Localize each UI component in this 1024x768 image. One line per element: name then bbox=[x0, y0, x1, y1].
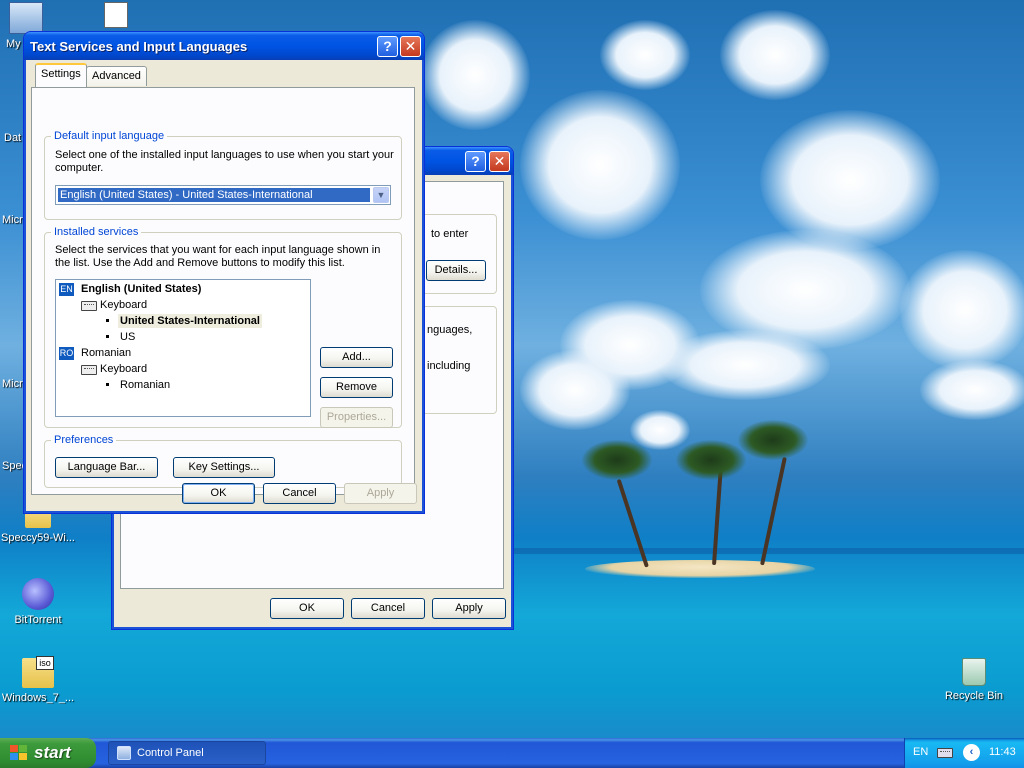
recycle-bin-icon bbox=[962, 658, 986, 686]
desktop-icon-bittorrent[interactable]: BitTorrent bbox=[0, 578, 76, 626]
dialog-body: Settings Advanced Default input language… bbox=[27, 60, 421, 510]
language-indicator[interactable]: EN bbox=[913, 746, 928, 758]
key-settings-button[interactable]: Key Settings... bbox=[173, 457, 275, 478]
tree-language-english[interactable]: English (United States) bbox=[81, 282, 201, 296]
help-button[interactable]: ? bbox=[465, 151, 486, 172]
desktop-icon-file[interactable] bbox=[78, 2, 154, 32]
default-language-group: Default input language Select one of the… bbox=[44, 130, 402, 220]
properties-button[interactable]: Properties... bbox=[320, 407, 393, 428]
start-label: start bbox=[34, 743, 71, 762]
chevron-down-icon[interactable]: ▼ bbox=[373, 187, 389, 203]
tree-item-us-international[interactable]: United States-International bbox=[118, 314, 262, 328]
taskbar-item-control-panel[interactable]: Control Panel bbox=[108, 741, 266, 765]
tree-category-keyboard[interactable]: Keyboard bbox=[100, 298, 147, 312]
language-tag-en: EN bbox=[59, 283, 74, 296]
control-panel-icon bbox=[117, 746, 131, 760]
back-window-text: to enter bbox=[431, 228, 469, 240]
system-tray: EN ‹ 11:43 bbox=[904, 738, 1024, 768]
close-button[interactable]: ✕ bbox=[489, 151, 510, 172]
remove-button[interactable]: Remove bbox=[320, 377, 393, 398]
installed-services-tree[interactable]: EN English (United States) Keyboard Unit… bbox=[55, 279, 311, 417]
ok-button[interactable]: OK bbox=[270, 598, 344, 619]
bullet-icon bbox=[106, 335, 109, 338]
tree-item-romanian[interactable]: Romanian bbox=[120, 378, 170, 392]
details-button[interactable]: Details... bbox=[426, 260, 486, 281]
installed-services-group: Installed services Select the services t… bbox=[44, 226, 402, 428]
desktop-icon-label: Recycle Bin bbox=[944, 690, 1004, 702]
back-window-text: including bbox=[427, 360, 471, 372]
settings-tab-panel: Default input language Select one of the… bbox=[31, 87, 415, 495]
tab-advanced[interactable]: Advanced bbox=[86, 66, 147, 86]
tree-category-keyboard[interactable]: Keyboard bbox=[100, 362, 147, 376]
windows-logo-icon bbox=[10, 745, 28, 761]
keyboard-icon bbox=[81, 365, 97, 375]
computer-icon bbox=[9, 2, 43, 34]
bullet-icon bbox=[106, 383, 109, 386]
desktop-icon-label: Speccy59-Wi... bbox=[1, 532, 75, 544]
language-tag-ro: RO bbox=[59, 347, 74, 360]
default-language-description: Select one of the installed input langua… bbox=[55, 149, 394, 174]
ok-button[interactable]: OK bbox=[182, 483, 255, 504]
back-window-text: nguages, bbox=[427, 324, 473, 336]
group-legend: Installed services bbox=[51, 226, 142, 238]
dialog-titlebar[interactable]: Text Services and Input Languages ? ✕ bbox=[24, 32, 424, 60]
bittorrent-icon bbox=[22, 578, 54, 610]
help-button[interactable]: ? bbox=[377, 36, 398, 57]
cancel-button[interactable]: Cancel bbox=[351, 598, 425, 619]
desktop-icon-recycle-bin[interactable]: Recycle Bin bbox=[936, 658, 1012, 702]
apply-button[interactable]: Apply bbox=[344, 483, 417, 504]
default-language-dropdown[interactable]: English (United States) - United States-… bbox=[55, 185, 391, 205]
installed-services-description: Select the services that you want for ea… bbox=[55, 244, 381, 269]
bullet-icon bbox=[106, 319, 109, 322]
clock: 11:43 bbox=[989, 746, 1016, 758]
apply-button[interactable]: Apply bbox=[432, 598, 506, 619]
desktop-icon-label: BitTorrent bbox=[14, 614, 62, 626]
keyboard-icon[interactable] bbox=[937, 748, 953, 758]
tab-settings[interactable]: Settings bbox=[35, 63, 87, 87]
start-button[interactable]: start bbox=[0, 738, 96, 768]
taskbar: start Control Panel EN ‹ 11:43 bbox=[0, 738, 1024, 768]
add-button[interactable]: Add... bbox=[320, 347, 393, 368]
language-bar-button[interactable]: Language Bar... bbox=[55, 457, 158, 478]
close-button[interactable]: ✕ bbox=[400, 36, 421, 57]
dialog-title: Text Services and Input Languages bbox=[30, 39, 248, 54]
text-services-dialog: Text Services and Input Languages ? ✕ Se… bbox=[23, 31, 425, 514]
group-legend: Default input language bbox=[51, 130, 168, 142]
document-icon bbox=[104, 2, 128, 28]
preferences-group: Preferences Language Bar... Key Settings… bbox=[44, 434, 402, 488]
show-hidden-icons-icon[interactable]: ‹ bbox=[963, 744, 980, 761]
desktop-icon-label: Windows_7_... bbox=[1, 692, 75, 704]
taskbar-item-label: Control Panel bbox=[137, 747, 204, 759]
group-legend: Preferences bbox=[51, 434, 117, 446]
iso-file-icon: iso bbox=[22, 656, 54, 688]
tree-item-us[interactable]: US bbox=[120, 330, 135, 344]
dropdown-selected-value: English (United States) - United States-… bbox=[58, 188, 370, 202]
cancel-button[interactable]: Cancel bbox=[263, 483, 336, 504]
tree-language-romanian[interactable]: Romanian bbox=[81, 346, 131, 360]
keyboard-icon bbox=[81, 301, 97, 311]
desktop-icon-windows7-iso[interactable]: iso Windows_7_... bbox=[0, 656, 76, 704]
